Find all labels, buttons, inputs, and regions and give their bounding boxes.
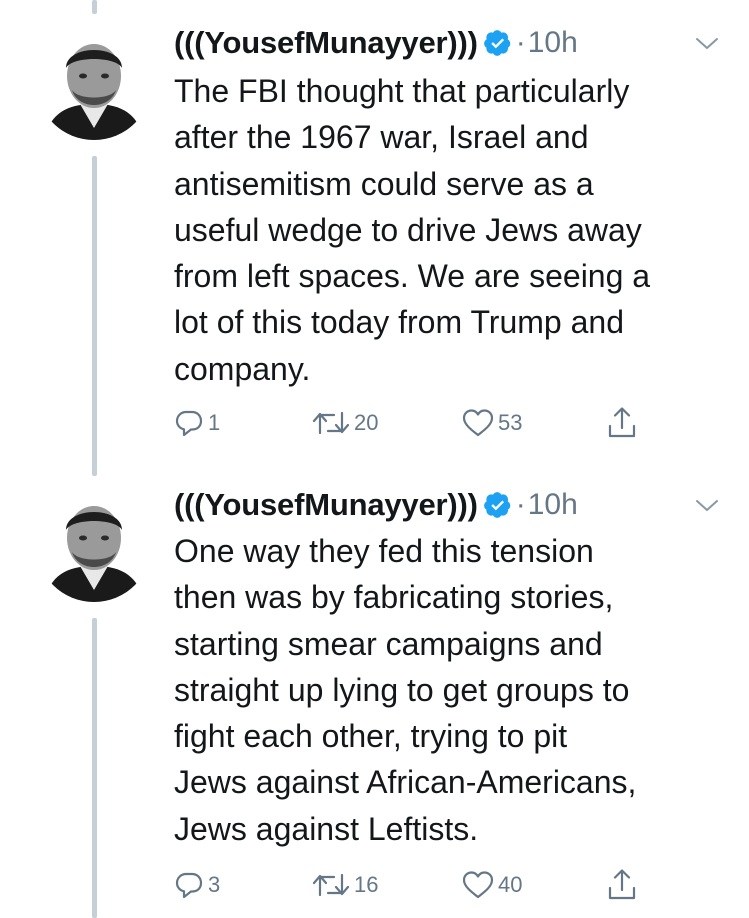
tweet-header: (((YousefMunayyer))) · 10h (174, 20, 578, 66)
share-button[interactable] (606, 867, 638, 903)
tweet-text-line: antisemitism could serve as a (174, 165, 594, 202)
tweet-text-line: fight each other, trying to pit (174, 718, 568, 755)
display-name[interactable]: (((YousefMunayyer))) (174, 25, 478, 61)
like-button[interactable]: 53 (462, 405, 522, 441)
tweet-text-line: company. (174, 350, 311, 387)
separator-dot: · (515, 488, 526, 521)
tweet-text-line: Jews against African-Americans, (174, 764, 637, 801)
reply-button[interactable]: 3 (174, 867, 220, 903)
share-button[interactable] (606, 405, 638, 441)
tweet-text-line: lot of this today from Trump and (174, 304, 624, 341)
display-name[interactable]: (((YousefMunayyer))) (174, 487, 478, 523)
tweet-actions: 3 16 40 (174, 867, 654, 903)
like-icon (462, 409, 494, 437)
share-icon (608, 869, 636, 900)
reply-button[interactable]: 1 (174, 405, 220, 441)
tweet-text-line: useful wedge to drive Jews away (174, 211, 642, 248)
timestamp[interactable]: 10h (528, 488, 578, 522)
avatar[interactable] (36, 486, 152, 602)
tweet-text-line: then was by fabricating stories, (174, 579, 614, 616)
avatar[interactable] (36, 24, 152, 140)
retweet-count: 16 (354, 872, 379, 897)
separator-dot: · (515, 26, 526, 59)
tweet[interactable]: (((YousefMunayyer))) · 10h The FBI thoug… (0, 0, 749, 470)
reply-icon (175, 872, 203, 899)
tweet-actions: 1 20 53 (174, 405, 654, 441)
like-button[interactable]: 40 (462, 867, 522, 903)
tweet-header: (((YousefMunayyer))) · 10h (174, 482, 578, 528)
tweet-text: The FBI thought that particularly after … (174, 68, 734, 392)
retweet-icon (312, 411, 350, 435)
retweet-icon (312, 873, 350, 897)
timestamp[interactable]: 10h (528, 26, 578, 60)
reply-count: 3 (208, 872, 221, 897)
like-icon (462, 871, 494, 899)
retweet-count: 20 (354, 410, 379, 435)
tweet-text-line: Jews against Leftists. (174, 810, 479, 847)
tweet-text: One way they fed this tension then was b… (174, 528, 734, 852)
tweet-text-line: starting smear campaigns and (174, 625, 603, 662)
verified-badge-icon (483, 30, 510, 56)
tweet-text-line: The FBI thought that particularly (174, 73, 630, 109)
like-count: 40 (498, 872, 523, 897)
retweet-button[interactable]: 16 (312, 867, 378, 903)
like-count: 53 (498, 410, 523, 435)
retweet-button[interactable]: 20 (312, 405, 378, 441)
chevron-down-icon[interactable] (694, 498, 720, 514)
tweet-text-line: straight up lying to get groups to (174, 671, 630, 708)
chevron-down-icon[interactable] (694, 36, 720, 52)
verified-badge-icon (483, 492, 510, 518)
reply-icon (175, 410, 203, 437)
tweet-text-line: One way they fed this tension (174, 533, 594, 569)
tweet-text-line: after the 1967 war, Israel and (174, 119, 589, 156)
tweet[interactable]: (((YousefMunayyer))) · 10h One way they … (0, 470, 749, 918)
reply-count: 1 (208, 410, 221, 435)
tweet-text-line: from left spaces. We are seeing a (174, 258, 651, 295)
share-icon (608, 407, 636, 438)
